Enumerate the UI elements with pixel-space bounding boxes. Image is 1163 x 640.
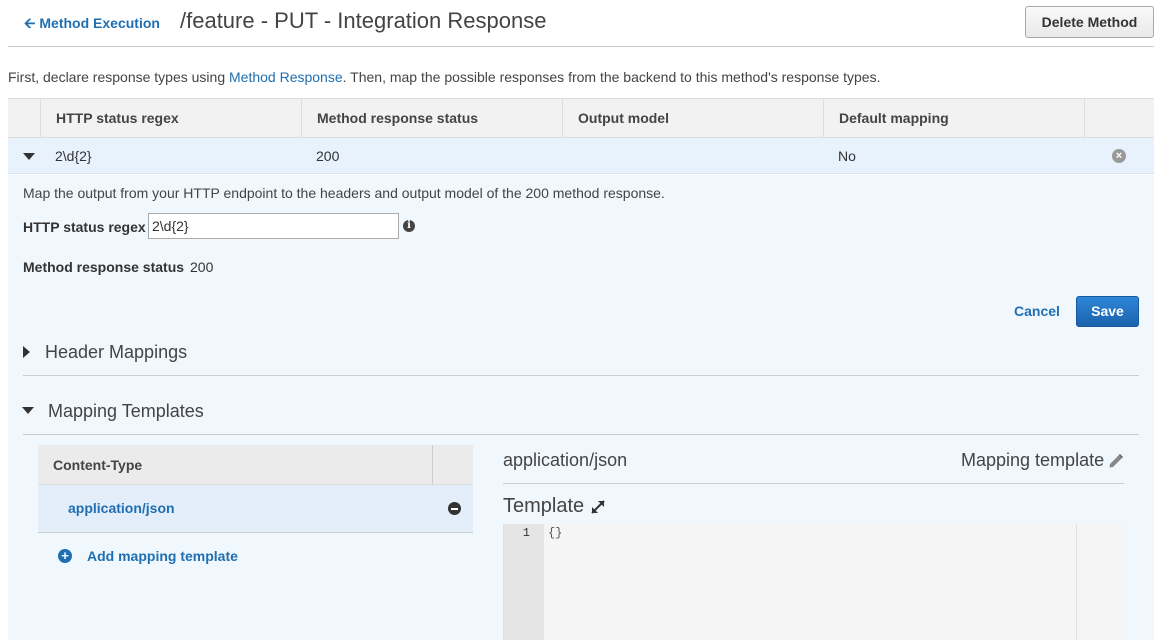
selected-content-type: application/json xyxy=(503,450,628,470)
table-row[interactable]: 2\d{2} 200 No × xyxy=(8,138,1154,174)
column-header-status: Method response status xyxy=(301,99,562,137)
remove-content-type-icon[interactable] xyxy=(448,502,461,515)
content-type-header: Content-Type xyxy=(38,445,473,485)
delete-method-button[interactable]: Delete Method xyxy=(1025,6,1154,38)
header-mappings-toggle[interactable]: Header Mappings xyxy=(45,342,187,363)
column-header-default: Default mapping xyxy=(823,99,1084,137)
mapping-template-label[interactable]: Mapping template xyxy=(961,450,1104,471)
section-divider xyxy=(23,434,1139,435)
row-regex: 2\d{2} xyxy=(55,148,92,164)
caret-right-icon[interactable] xyxy=(23,346,30,358)
responses-table-header: HTTP status regex Method response status… xyxy=(8,98,1154,138)
method-execution-link[interactable]: 🡨 Method Execution xyxy=(24,13,160,37)
section-divider xyxy=(23,375,1139,376)
editor-print-margin xyxy=(1076,524,1077,640)
save-button[interactable]: Save xyxy=(1076,296,1139,327)
intro-suffix: . Then, map the possible responses from … xyxy=(342,69,881,85)
line-number: 1 xyxy=(522,526,530,540)
pencil-icon[interactable] xyxy=(1108,453,1124,469)
intro-text: First, declare response types using Meth… xyxy=(8,69,880,85)
status-label: Method response status xyxy=(23,259,185,275)
template-code[interactable]: {} xyxy=(548,526,562,540)
row-default: No xyxy=(838,148,856,164)
column-header-model: Output model xyxy=(562,99,823,137)
header-separator xyxy=(432,445,433,485)
content-type-item[interactable]: application/json xyxy=(68,500,175,516)
column-header-regex: HTTP status regex xyxy=(40,99,301,137)
arrow-left-icon: 🡨 xyxy=(24,15,36,31)
list-item[interactable]: application/json xyxy=(38,485,473,533)
regex-input[interactable] xyxy=(148,213,399,239)
page-title: /feature - PUT - Integration Response xyxy=(180,8,547,33)
caret-down-icon[interactable] xyxy=(22,407,34,414)
template-label: Template xyxy=(503,495,585,517)
expand-icon[interactable] xyxy=(589,498,607,516)
editor-gutter: 1 xyxy=(504,524,544,640)
add-mapping-template-label: Add mapping template xyxy=(87,548,238,564)
cancel-button[interactable]: Cancel xyxy=(1014,303,1060,319)
template-divider xyxy=(503,483,1124,484)
column-header-actions xyxy=(1084,99,1154,137)
intro-prefix: First, declare response types using xyxy=(8,69,229,85)
mapping-templates-toggle[interactable]: Mapping Templates xyxy=(48,401,204,422)
regex-label: HTTP status regex xyxy=(23,219,146,235)
page-header: 🡨 Method Execution /feature - PUT - Integ… xyxy=(0,0,1163,46)
content-type-list: Content-Type application/json + Add mapp… xyxy=(38,445,473,640)
panel-description: Map the output from your HTTP endpoint t… xyxy=(23,185,665,201)
caret-down-icon[interactable] xyxy=(23,153,35,160)
remove-response-icon[interactable]: × xyxy=(1112,149,1126,163)
header-divider xyxy=(8,46,1154,47)
method-response-link[interactable]: Method Response xyxy=(229,69,343,85)
row-status: 200 xyxy=(316,148,340,164)
response-detail-panel: Map the output from your HTTP endpoint t… xyxy=(8,175,1154,640)
method-execution-label: Method Execution xyxy=(39,15,160,31)
status-value: 200 xyxy=(190,259,214,275)
template-editor[interactable]: 1 {} xyxy=(503,524,1124,640)
content-type-header-label: Content-Type xyxy=(53,457,143,473)
plus-circle-icon: + xyxy=(58,549,72,563)
info-icon[interactable]: i xyxy=(403,220,415,232)
